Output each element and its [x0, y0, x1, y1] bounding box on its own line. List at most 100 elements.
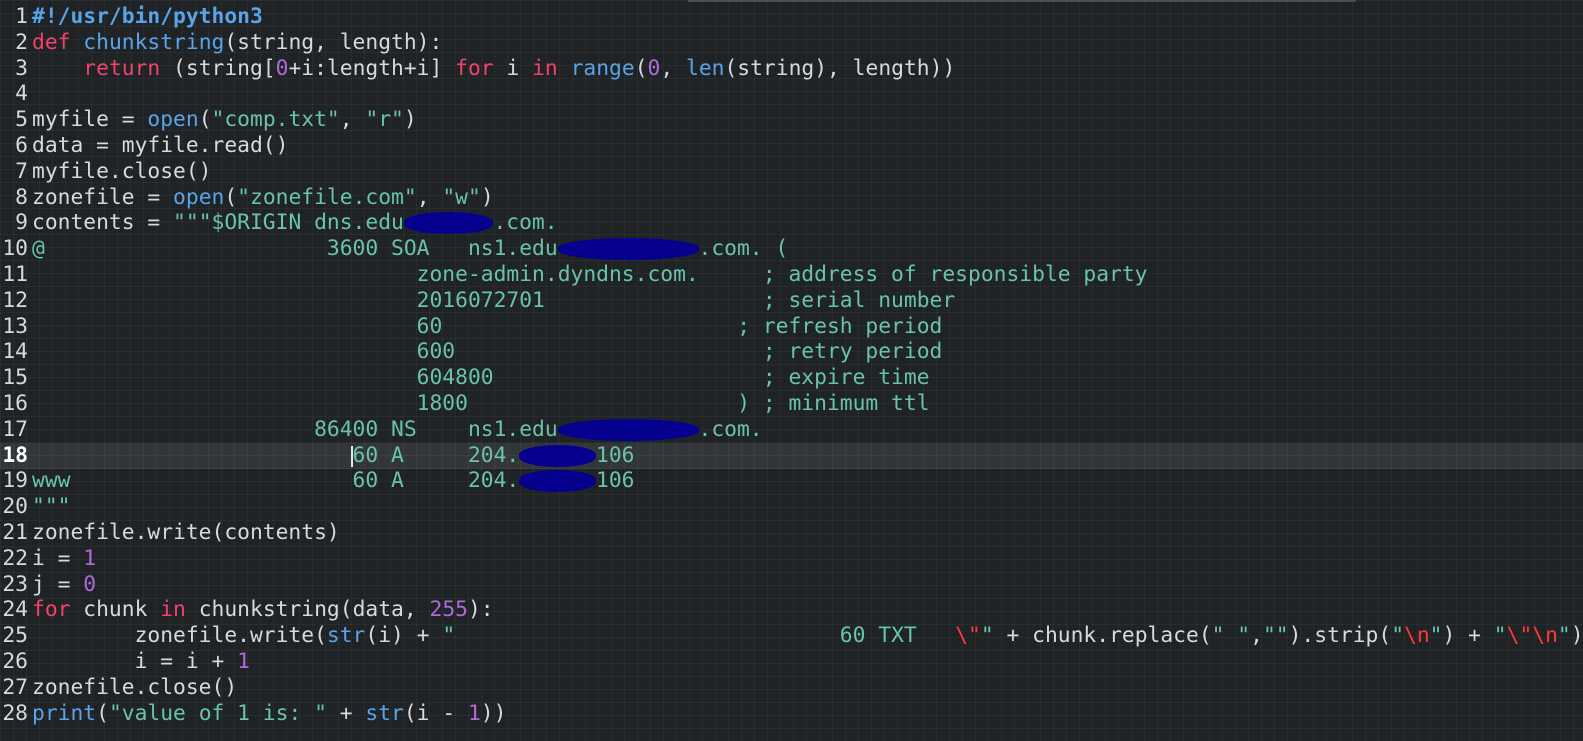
- code-line[interactable]: 1 #!/usr/bin/python3: [0, 4, 1583, 30]
- code-token: i: [493, 55, 533, 81]
- code-text[interactable]: 604800 ; expire time: [32, 365, 930, 391]
- code-text[interactable]: 60 ; refresh period: [32, 314, 943, 340]
- code-line[interactable]: 4: [0, 81, 1583, 107]
- code-line[interactable]: 20 """: [0, 494, 1583, 520]
- code-token: .com. (: [698, 236, 789, 262]
- code-text[interactable]: data = myfile.read(): [32, 133, 288, 159]
- code-line[interactable]: 10 @ 3600 SOA ns1.edu .com. (: [0, 236, 1583, 262]
- line-number: 24: [2, 597, 28, 623]
- code-line[interactable]: 23 j = 0: [0, 572, 1583, 598]
- code-text[interactable]: 600 ; retry period: [32, 339, 943, 365]
- code-text[interactable]: zonefile.close(): [32, 675, 237, 701]
- code-line[interactable]: 12 2016072701 ; serial number: [0, 288, 1583, 314]
- code-line[interactable]: 13 60 ; refresh period: [0, 314, 1583, 340]
- line-number: 27: [2, 674, 28, 700]
- line-number: 14: [2, 339, 28, 365]
- code-text[interactable]: def chunkstring(string, length):: [32, 30, 442, 56]
- code-token: + chunk.replace(: [993, 623, 1212, 649]
- code-editor[interactable]: 1 #!/usr/bin/python3 2 def chunkstring(stri…: [0, 0, 1583, 741]
- code-line[interactable]: 26 i = i + 1: [0, 649, 1583, 675]
- code-text[interactable]: zonefile.write(contents): [32, 520, 340, 546]
- code-text[interactable]: 60 A 204. 106: [32, 443, 635, 469]
- code-token: "": [1262, 623, 1289, 649]
- code-text[interactable]: contents = """$ORIGIN dns.edu .com.: [32, 210, 558, 236]
- code-text[interactable]: print("value of 1 is: " + str(i - 1)): [32, 701, 506, 727]
- code-token: 106: [596, 442, 635, 468]
- code-line[interactable]: 27 zonefile.close(): [0, 675, 1583, 701]
- text-cursor: [351, 445, 353, 467]
- code-token: ): [480, 184, 494, 210]
- code-text[interactable]: zonefile = open("zonefile.com", "w"): [32, 185, 494, 211]
- code-token: ,: [1250, 623, 1263, 649]
- code-token: ):: [467, 597, 494, 623]
- code-line[interactable]: 3 return (string[0+i:length+i] for i in …: [0, 56, 1583, 82]
- code-line[interactable]: 18 60 A 204. 106: [0, 442, 1583, 469]
- code-line[interactable]: 17 86400 NS ns1.edu .com.: [0, 417, 1583, 443]
- code-line[interactable]: 16 1800 ) ; minimum ttl: [0, 391, 1583, 417]
- code-line[interactable]: 22 i = 1: [0, 546, 1583, 572]
- code-text[interactable]: j = 0: [32, 572, 96, 598]
- code-token: +: [326, 700, 366, 726]
- code-line[interactable]: 2 def chunkstring(string, length):: [0, 30, 1583, 56]
- code-text[interactable]: """: [32, 494, 70, 520]
- code-token: data = myfile.read(): [32, 133, 289, 158]
- code-text[interactable]: zonefile.write(str(i) + " 60 TXT \"" + c…: [32, 623, 1583, 649]
- code-line[interactable]: 25 zonefile.write(str(i) + " 60 TXT \" " …: [0, 623, 1583, 649]
- code-token: (string, length):: [224, 29, 443, 55]
- top-scrollbar[interactable]: [688, 0, 1356, 2]
- code-text[interactable]: myfile = open("comp.txt", "r"): [32, 107, 417, 133]
- code-text[interactable]: myfile.close(): [32, 159, 212, 185]
- code-token: ,: [339, 107, 366, 133]
- code-line[interactable]: 14 600 ; retry period: [0, 339, 1583, 365]
- code-token: j =: [32, 571, 84, 597]
- code-token: chunkstring(data,: [185, 597, 430, 623]
- code-text[interactable]: 1800 ) ; minimum ttl: [32, 391, 930, 417]
- code-token: ,: [416, 184, 443, 210]
- code-token: len: [686, 55, 725, 81]
- line-number: 15: [2, 365, 28, 391]
- code-token: +i:length+i]: [288, 55, 456, 81]
- code-text[interactable]: #!/usr/bin/python3: [32, 4, 263, 30]
- code-line[interactable]: 8 zonefile = open("zonefile.com", "w"): [0, 185, 1583, 211]
- code-line[interactable]: 7 myfile.close(): [0, 159, 1583, 185]
- code-text[interactable]: i = i + 1: [32, 649, 250, 675]
- code-text[interactable]: zone-admin.dyndns.com. ; address of resp…: [32, 262, 1148, 288]
- line-number: 16: [2, 391, 28, 416]
- code-token: "zonefile.com": [237, 184, 417, 210]
- code-token: ): [403, 107, 417, 133]
- code-token: zonefile.write(contents): [32, 520, 340, 545]
- code-line[interactable]: 24 for chunk in chunkstring(data, 255):: [0, 597, 1583, 623]
- code-token: return: [83, 55, 161, 81]
- code-line[interactable]: 9 contents = """$ORIGIN dns.edu .com.: [0, 210, 1583, 236]
- line-number: 10: [2, 236, 28, 262]
- code-text[interactable]: 86400 NS ns1.edu .com.: [32, 417, 763, 443]
- code-token: " 60 TXT: [442, 623, 956, 649]
- code-token: 0: [83, 571, 97, 597]
- code-token: for: [455, 55, 494, 81]
- code-line[interactable]: 6 data = myfile.read(): [0, 133, 1583, 159]
- line-number: 1: [15, 4, 28, 29]
- code-token: @ 3600 SOA ns1.edu: [32, 236, 558, 262]
- code-token: ": [1493, 623, 1507, 649]
- line-number: 25: [2, 623, 28, 649]
- code-line[interactable]: 5 myfile = open("comp.txt", "r"): [0, 107, 1583, 133]
- code-token: (: [96, 700, 109, 726]
- code-line[interactable]: 11 zone-admin.dyndns.com. ; address of r…: [0, 262, 1583, 288]
- code-text[interactable]: return (string[0+i:length+i] for i in ra…: [32, 56, 955, 82]
- code-line[interactable]: 15 604800 ; expire time: [0, 365, 1583, 391]
- line-number: 26: [2, 649, 28, 674]
- code-token: www 60 A 204.: [32, 468, 520, 494]
- line-number: 23: [2, 571, 28, 597]
- code-line[interactable]: 21 zonefile.write(contents): [0, 520, 1583, 546]
- code-token: (: [634, 55, 648, 81]
- code-line[interactable]: 19 www 60 A 204. 106: [0, 468, 1583, 494]
- code-text[interactable]: for chunk in chunkstring(data, 255):: [32, 597, 494, 623]
- code-text[interactable]: @ 3600 SOA ns1.edu .com. (: [32, 236, 788, 262]
- code-text[interactable]: www 60 A 204. 106: [32, 468, 635, 494]
- code-text[interactable]: 2016072701 ; serial number: [32, 288, 956, 314]
- code-text[interactable]: i = 1: [32, 546, 96, 572]
- line-number: 22: [2, 545, 28, 571]
- code-line[interactable]: 28 print("value of 1 is: " + str(i - 1)): [0, 701, 1583, 727]
- code-token: 1: [467, 700, 481, 726]
